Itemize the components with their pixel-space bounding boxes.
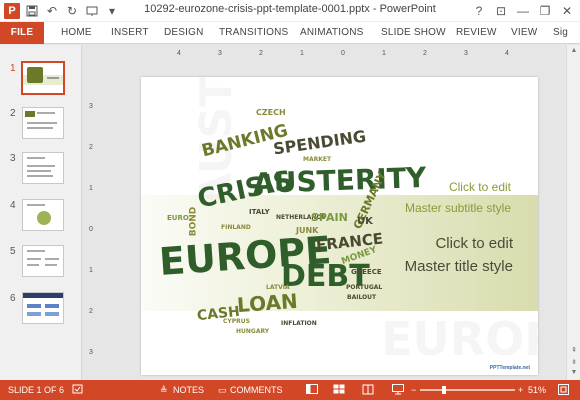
- zoom-out-button[interactable]: −: [411, 380, 416, 400]
- vertical-ruler: 3 2 1 0 1 2 3: [89, 75, 101, 365]
- cloud-word: PORTUGAL: [346, 284, 383, 291]
- minimize-button[interactable]: —: [512, 0, 534, 22]
- cloud-word: BAILOUT: [347, 294, 377, 301]
- zoom-in-button[interactable]: +: [518, 380, 523, 400]
- slide-thumbnail-pane: 1 2 3 4 5 6: [0, 45, 82, 380]
- reading-view-icon[interactable]: [362, 380, 374, 400]
- subtitle-line: Master subtitle style: [404, 201, 511, 215]
- cloud-word: LATVIA: [266, 284, 290, 291]
- notes-button[interactable]: NOTES: [173, 380, 204, 400]
- ruler-tick: 3: [464, 50, 468, 57]
- zoom-slider[interactable]: [420, 386, 515, 394]
- cloud-word: FINLAND: [221, 224, 251, 231]
- comments-icon[interactable]: ▭: [218, 380, 227, 400]
- tab-design[interactable]: DESIGN: [164, 22, 204, 44]
- slide-thumbnail-6[interactable]: [22, 292, 64, 324]
- ruler-tick: 1: [382, 50, 386, 57]
- subtitle-placeholder[interactable]: Click to edit Master subtitle style: [351, 177, 511, 219]
- cloud-word: JUNK: [296, 226, 319, 235]
- cloud-word: LOAN: [236, 288, 299, 318]
- scroll-up-icon[interactable]: ▲: [567, 45, 580, 57]
- ruler-tick: 1: [300, 50, 304, 57]
- restore-button[interactable]: ❐: [534, 0, 556, 22]
- cloud-word: ITALY: [249, 208, 270, 216]
- tab-view[interactable]: VIEW: [511, 22, 537, 44]
- comments-button[interactable]: COMMENTS: [230, 380, 283, 400]
- brand-logo: PPTTemplate.net: [489, 365, 530, 371]
- slide-canvas[interactable]: AUSTERITY EUROPE BANKING CZECH SPENDING …: [141, 77, 538, 375]
- ruler-tick: 1: [89, 185, 93, 192]
- help-button[interactable]: ?: [468, 0, 490, 22]
- thumbnail-number: 4: [10, 200, 16, 211]
- cloud-word: CYPRUS: [223, 318, 250, 325]
- ruler-tick: 3: [218, 50, 222, 57]
- tab-transitions[interactable]: TRANSITIONS: [219, 22, 288, 44]
- cloud-word: CZECH: [256, 108, 286, 117]
- ruler-tick: 1: [89, 267, 93, 274]
- ribbon-display-options-button[interactable]: ⊡: [490, 0, 512, 22]
- thumbnail-number: 5: [10, 246, 16, 257]
- ruler-tick: 2: [89, 144, 93, 151]
- cloud-word: SPAIN: [311, 211, 348, 224]
- tab-review[interactable]: REVIEW: [456, 22, 497, 44]
- zoom-slider-handle[interactable]: [442, 386, 447, 394]
- thumbnail-number: 1: [10, 63, 16, 74]
- close-button[interactable]: ✕: [556, 0, 578, 22]
- cloud-word: EURO: [167, 214, 189, 222]
- title-placeholder[interactable]: Click to edit Master title style: [341, 232, 513, 278]
- scroll-down-icon[interactable]: ▼: [567, 367, 580, 379]
- word-cloud-image: BANKING CZECH SPENDING CRISIS AUSTERITY …: [158, 97, 427, 342]
- fit-slide-icon[interactable]: [558, 380, 569, 400]
- notes-icon[interactable]: ≜: [160, 380, 168, 400]
- cloud-word: MARKET: [303, 156, 332, 163]
- tab-insert[interactable]: INSERT: [111, 22, 149, 44]
- slide-editing-area: 4 3 2 1 0 1 2 3 4 3 2 1 0 1 2 3 ▲ ⇞ ⇟ ▼ …: [83, 45, 580, 380]
- ruler-tick: 3: [89, 103, 93, 110]
- tab-file[interactable]: FILE: [0, 22, 44, 44]
- cloud-word: BOND: [188, 206, 199, 237]
- ruler-tick: 0: [341, 50, 345, 57]
- slide-thumbnail-1[interactable]: [21, 61, 65, 95]
- watermark-text: EUROPE: [381, 312, 538, 366]
- tab-signin[interactable]: Sig: [553, 22, 568, 44]
- ruler-tick: 4: [505, 50, 509, 57]
- ruler-tick: 2: [423, 50, 427, 57]
- ruler-tick: 2: [259, 50, 263, 57]
- slide-sorter-icon[interactable]: [333, 380, 345, 400]
- slide-thumbnail-3[interactable]: [22, 152, 64, 184]
- horizontal-ruler: 4 3 2 1 0 1 2 3 4: [143, 50, 580, 62]
- thumbnail-number: 6: [10, 293, 16, 304]
- cloud-word: HUNGARY: [236, 328, 270, 335]
- status-bar: SLIDE 1 OF 6 ≜ NOTES ▭ COMMENTS − + 51%: [0, 380, 580, 400]
- ruler-tick: 3: [89, 349, 93, 356]
- subtitle-line: Click to edit: [448, 180, 511, 194]
- cloud-word: INFLATION: [281, 320, 317, 327]
- title-line: Click to edit: [435, 235, 513, 252]
- scroll-previous-slide-icon[interactable]: ⇞: [567, 345, 580, 357]
- spelling-check-icon[interactable]: [72, 380, 83, 400]
- vertical-scrollbar[interactable]: ▲ ⇞ ⇟ ▼: [566, 45, 580, 380]
- tab-home[interactable]: HOME: [61, 22, 92, 44]
- thumbnail-number: 3: [10, 153, 16, 164]
- title-line: Master title style: [404, 258, 513, 275]
- tab-animations[interactable]: ANIMATIONS: [300, 22, 363, 44]
- slide-thumbnail-2[interactable]: [22, 107, 64, 139]
- ruler-tick: 2: [89, 308, 93, 315]
- slide-thumbnail-4[interactable]: [22, 199, 64, 231]
- ruler-tick: 0: [89, 226, 93, 233]
- thumbnail-number: 2: [10, 108, 16, 119]
- zoom-level[interactable]: 51%: [528, 380, 546, 400]
- normal-view-icon[interactable]: [306, 380, 318, 400]
- title-bar: P ↶ ↻ ▾ 10292-eurozone-crisis-ppt-templa…: [0, 0, 580, 22]
- slide-thumbnail-5[interactable]: [22, 245, 64, 277]
- window-controls: ? ⊡ — ❐ ✕: [468, 0, 578, 22]
- ruler-tick: 4: [177, 50, 181, 57]
- slide-show-icon[interactable]: [392, 380, 404, 400]
- tab-slide-show[interactable]: SLIDE SHOW: [381, 22, 446, 44]
- ribbon-tab-bar: FILE HOME INSERT DESIGN TRANSITIONS ANIM…: [0, 22, 580, 44]
- slide-counter: SLIDE 1 OF 6: [8, 385, 65, 395]
